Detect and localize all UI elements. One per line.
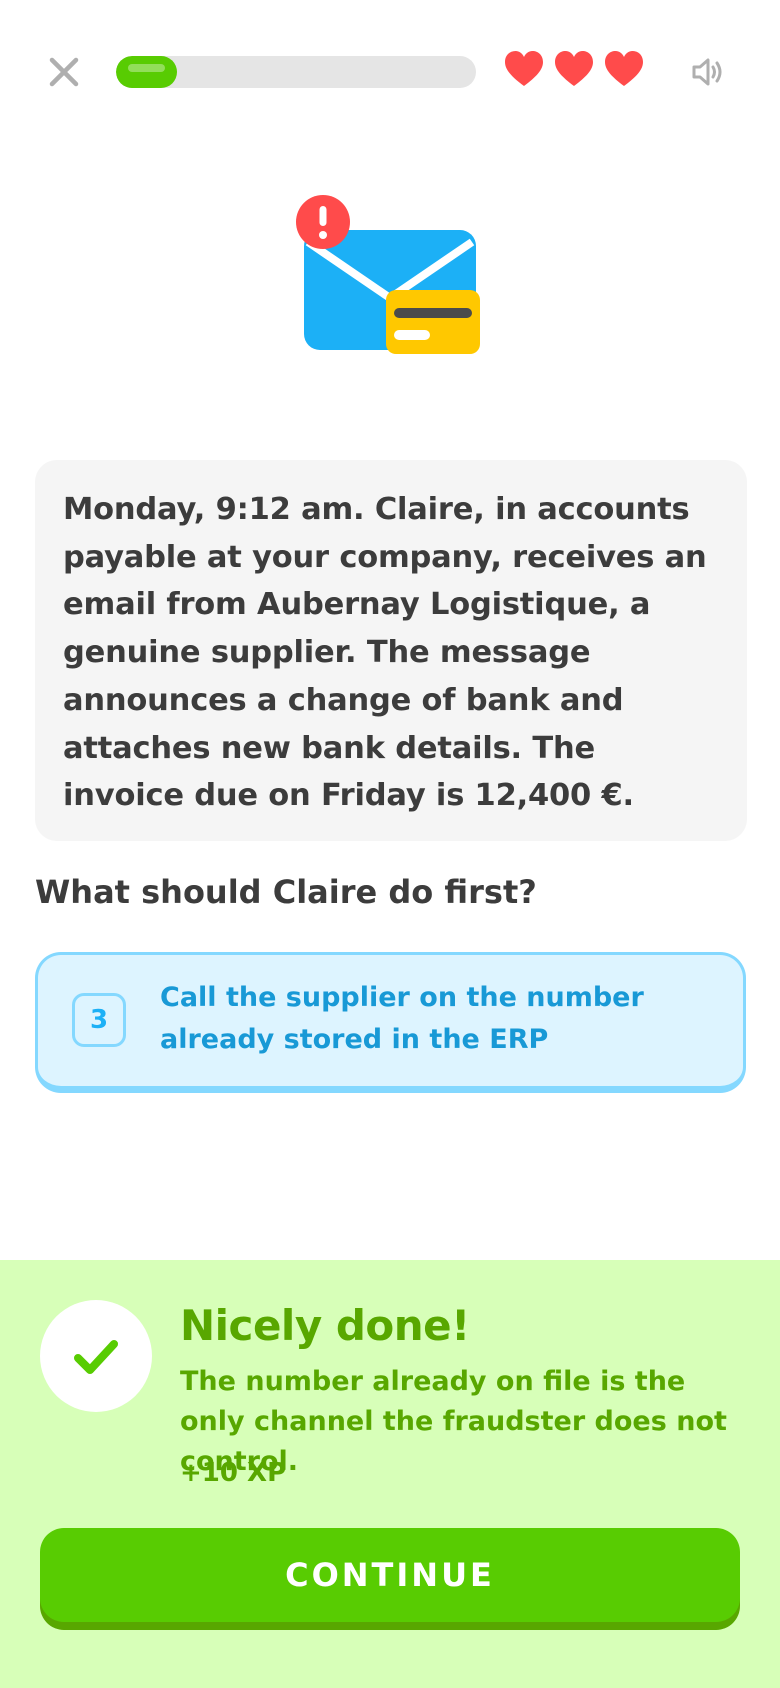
success-badge — [40, 1300, 152, 1412]
email-alert-illustration — [290, 190, 490, 360]
heart-icon — [605, 51, 643, 86]
heart-icon — [555, 51, 593, 86]
lesson-header — [0, 0, 780, 140]
hearts-counter — [504, 50, 644, 94]
lesson-progress-bar — [116, 56, 476, 88]
scenario-text: Monday, 9:12 am. Claire, in accounts pay… — [63, 492, 707, 814]
selected-answer-option[interactable]: 3 Call the supplier on the number alread… — [35, 952, 746, 1093]
heart-icon — [505, 51, 543, 86]
close-button[interactable] — [44, 52, 84, 92]
close-icon — [49, 57, 79, 87]
email-alert-icon — [296, 195, 480, 354]
speaker-icon — [692, 58, 722, 86]
xp-reward: +10 XP — [180, 1458, 287, 1488]
continue-button[interactable]: CONTINUE — [40, 1528, 740, 1622]
answer-key-badge: 3 — [72, 993, 126, 1047]
question-prompt: What should Claire do first? — [35, 873, 537, 911]
sound-toggle-button[interactable] — [688, 52, 728, 92]
feedback-title: Nicely done! — [180, 1301, 470, 1350]
scenario-card: Monday, 9:12 am. Claire, in accounts pay… — [35, 460, 747, 841]
feedback-panel: Nicely done! The number already on file … — [0, 1260, 780, 1688]
answer-text: Call the supplier on the number already … — [160, 982, 644, 1055]
lesson-progress-fill — [116, 56, 178, 88]
checkmark-icon — [74, 1340, 118, 1374]
